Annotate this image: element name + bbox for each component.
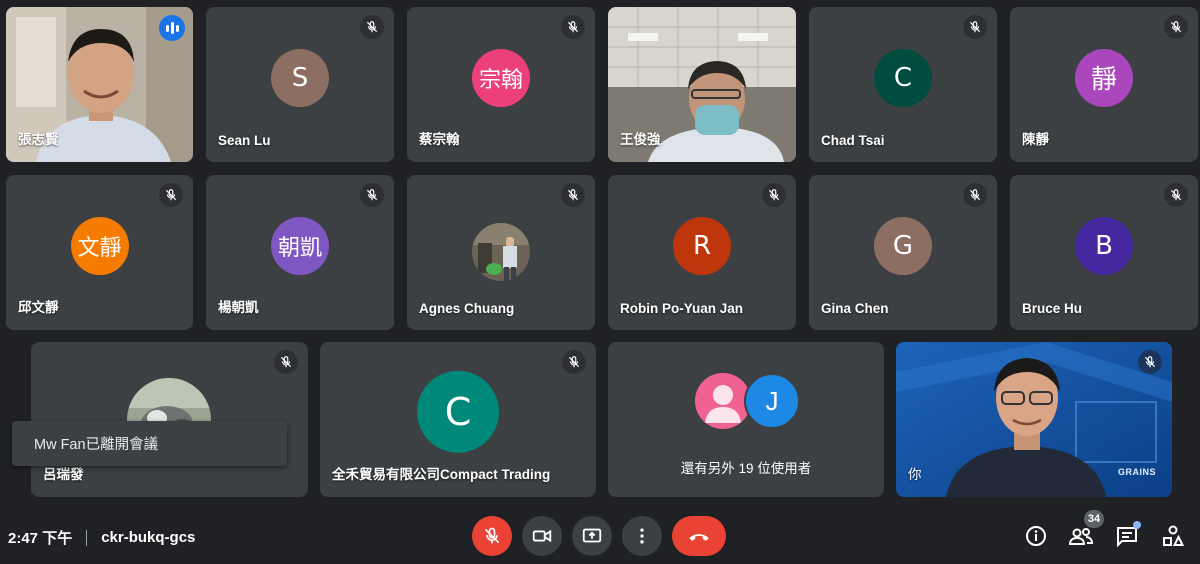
others-avatar-person	[695, 373, 751, 429]
participant-tile[interactable]: 宗翰 蔡宗翰	[407, 7, 595, 162]
participant-tile[interactable]: 朝凱 楊朝凱	[206, 175, 394, 330]
participant-tile[interactable]: 王俊強	[608, 7, 796, 162]
participant-tile[interactable]: R Robin Po-Yuan Jan	[608, 175, 796, 330]
mic-off-icon	[562, 350, 586, 374]
current-time: 2:47 下午	[8, 530, 73, 547]
participant-avatar: 宗翰	[472, 48, 530, 107]
notification-toast: Mw Fan已離開會議	[12, 421, 287, 466]
participant-name: 呂瑞發	[43, 467, 84, 482]
participant-tile[interactable]: C 全禾貿易有限公司Compact Trading	[320, 342, 596, 497]
others-tile[interactable]: J 還有另外 19 位使用者	[608, 342, 884, 497]
bottom-bar: 2:47 下午 ckr-bukq-gcs	[0, 508, 1200, 564]
participant-avatar: 朝凱	[271, 216, 329, 275]
participant-name: Sean Lu	[218, 133, 271, 148]
participant-avatar: G	[874, 216, 932, 275]
more-vert-icon	[640, 528, 644, 544]
mic-off-icon	[963, 183, 987, 207]
participant-name: 張志賢	[18, 132, 59, 147]
mic-off-icon	[1164, 15, 1188, 39]
participant-name: 全禾貿易有限公司Compact Trading	[332, 467, 551, 482]
participant-name: Chad Tsai	[821, 133, 885, 148]
participant-tile[interactable]: B Bruce Hu	[1010, 175, 1198, 330]
participant-name: Gina Chen	[821, 301, 889, 316]
participant-name: Bruce Hu	[1022, 301, 1083, 316]
participant-count-badge: 34	[1084, 510, 1104, 528]
participant-tile[interactable]: 文靜 邱文靜	[6, 175, 193, 330]
call-end-icon	[689, 534, 709, 541]
present-icon	[582, 528, 602, 543]
meeting-details-button[interactable]	[1022, 522, 1050, 550]
info-icon	[1026, 526, 1046, 546]
participant-tile[interactable]: G Gina Chen	[809, 175, 997, 330]
mic-off-icon	[561, 15, 585, 39]
participant-avatar: C	[874, 48, 932, 107]
participant-tile[interactable]: C Chad Tsai	[809, 7, 997, 162]
participant-name: 楊朝凱	[218, 300, 259, 315]
participant-tile[interactable]: S Sean Lu	[206, 7, 394, 162]
meeting-info: 2:47 下午 ckr-bukq-gcs	[8, 527, 195, 548]
mic-off-icon	[360, 15, 384, 39]
participant-name: 你	[908, 467, 922, 482]
present-screen-button[interactable]	[572, 516, 612, 556]
participant-name: 王俊強	[620, 132, 661, 147]
mic-off-icon	[1138, 350, 1162, 374]
participant-avatar: 文靜	[70, 216, 129, 275]
more-options-button[interactable]	[622, 516, 662, 556]
participant-name: Robin Po-Yuan Jan	[620, 301, 744, 316]
participant-tile[interactable]: Agnes Chuang	[407, 175, 595, 330]
divider	[86, 529, 88, 546]
participant-name: 陳靜	[1022, 132, 1049, 147]
person-icon	[705, 385, 741, 423]
mic-off-icon	[484, 527, 500, 544]
meeting-code[interactable]: ckr-bukq-gcs	[101, 529, 195, 546]
activities-icon	[1163, 525, 1185, 546]
participant-avatar: S	[271, 48, 329, 107]
videocam-icon	[532, 529, 552, 543]
participant-tile[interactable]: 張志賢	[6, 7, 193, 162]
participant-avatar: C	[417, 370, 499, 453]
mic-off-icon	[159, 183, 183, 207]
participant-avatar: R	[673, 216, 731, 275]
participant-avatar: B	[1075, 216, 1133, 275]
self-tile[interactable]: GRAINS 你	[896, 342, 1172, 497]
speaking-indicator-icon	[159, 15, 185, 41]
participant-tile[interactable]: 靜 陳靜	[1010, 7, 1198, 162]
activities-button[interactable]	[1159, 522, 1187, 550]
participant-name: 蔡宗翰	[419, 132, 460, 147]
self-video-text: GRAINS	[1118, 467, 1157, 477]
participant-name: 邱文靜	[18, 300, 59, 315]
mic-off-icon	[762, 183, 786, 207]
others-label: 還有另外 19 位使用者	[680, 461, 812, 476]
mic-off-icon	[963, 15, 987, 39]
mic-off-icon	[274, 350, 298, 374]
mic-toggle-button[interactable]	[472, 516, 512, 556]
mic-off-icon	[1164, 183, 1188, 207]
others-avatar-initial: J	[744, 373, 800, 429]
mic-off-icon	[561, 183, 585, 207]
mic-off-icon	[360, 183, 384, 207]
participant-name: Agnes Chuang	[419, 301, 515, 316]
participant-tile[interactable]: 呂瑞發	[31, 342, 308, 497]
camera-toggle-button[interactable]	[522, 516, 562, 556]
participant-photo-avatar	[472, 223, 530, 281]
leave-call-button[interactable]	[672, 516, 726, 556]
chat-notification-dot	[1133, 521, 1141, 529]
participant-avatar: 靜	[1075, 48, 1133, 107]
